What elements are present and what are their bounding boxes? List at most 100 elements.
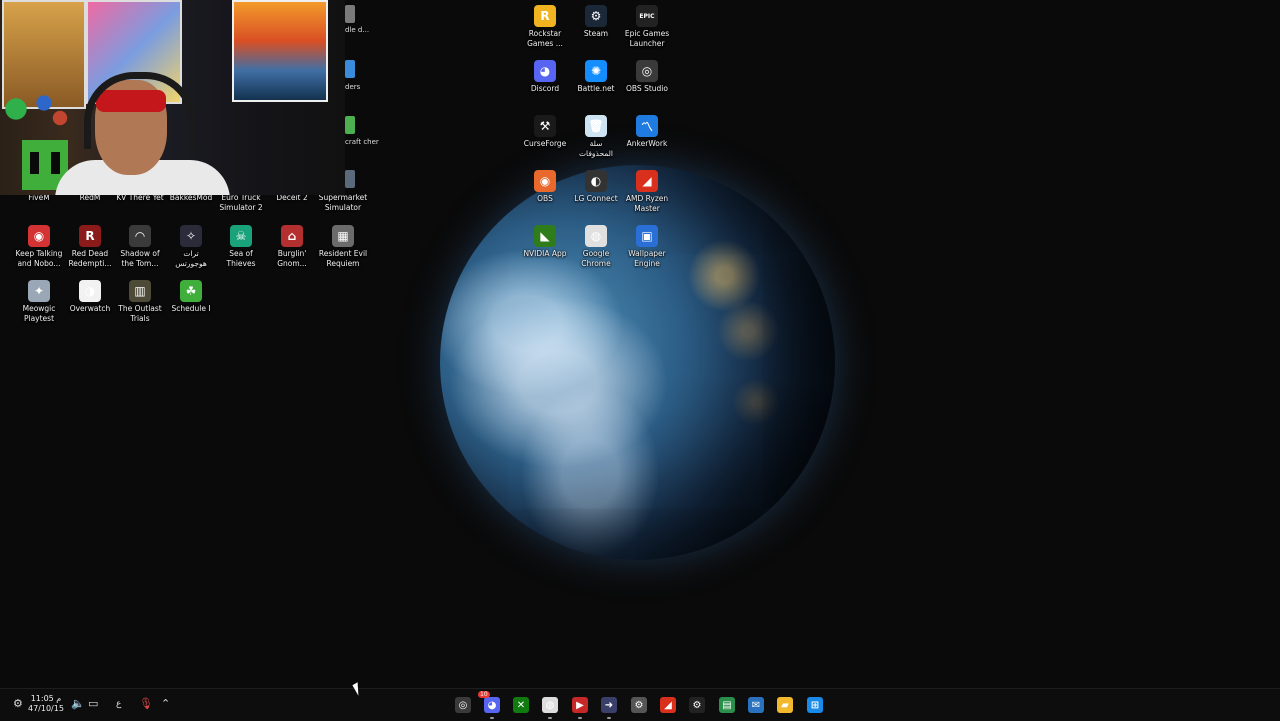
media-app-taskbar-button[interactable]: ▶ xyxy=(570,695,590,719)
shortcut-label: Battle.net xyxy=(577,84,615,93)
taskbar: ⚙ 11:05 م 47/10/15 🔈 ▭ ع 🎙 ⌃ ◎ ◕ 10 ✕ ◍ ▶ ➜ ⚙ ◢ ⚙… xyxy=(0,688,1280,721)
steam-shortcut[interactable]: ⚙ Steam xyxy=(571,5,621,39)
running-indicator xyxy=(548,717,552,719)
amd-taskbar-icon: ◢ xyxy=(660,697,676,713)
epic-games-shortcut[interactable]: EPIC Epic Games Launcher xyxy=(622,5,672,48)
running-indicator xyxy=(490,717,494,719)
discord-shortcut[interactable]: ◕ Discord xyxy=(520,60,570,94)
shortcut-label: LG Connect xyxy=(574,194,618,203)
burglin-gnomes-shortcut[interactable]: ⌂ Burglin' Gnom... xyxy=(267,225,317,268)
partial-app-icon[interactable] xyxy=(345,60,355,78)
shortcut-label: Schedule I xyxy=(171,304,211,313)
partial-label: dle d... xyxy=(345,26,370,34)
outlast-trials-shortcut[interactable]: ▥ The Outlast Trials xyxy=(115,280,165,323)
curseforge-shortcut[interactable]: ⚒ CurseForge xyxy=(520,115,570,149)
partial-app-icon[interactable] xyxy=(345,170,355,188)
nvidia-shortcut[interactable]: ◣ NVIDIA App xyxy=(520,225,570,259)
recycle-bin-shortcut[interactable]: 🗑 سلة المحذوفات xyxy=(571,115,621,158)
file-explorer-icon: ▰ xyxy=(777,697,793,713)
ankerwork-shortcut[interactable]: 〽 AnkerWork xyxy=(622,115,672,149)
clock-time: 11:05 م xyxy=(30,694,62,703)
shortcut-label: OBS Studio xyxy=(626,84,668,93)
language-indicator[interactable]: ع xyxy=(116,699,121,709)
start-taskbar-button[interactable]: ⊞ xyxy=(805,695,825,715)
volume-icon[interactable]: 🔈 xyxy=(71,697,85,710)
shadow-tomb-raider-shortcut[interactable]: ◠ Shadow of the Tom... xyxy=(115,225,165,268)
shortcut-label: Resident Evil Requiem xyxy=(318,249,368,268)
clock[interactable]: 11:05 م 47/10/15 xyxy=(28,694,64,714)
ankerwork-icon: 〽 xyxy=(636,115,658,137)
file-explorer-taskbar-button[interactable]: ▰ xyxy=(775,695,795,715)
obs-orange-shortcut[interactable]: ◉ OBS xyxy=(520,170,570,204)
sea-of-thieves-shortcut[interactable]: ☠ Sea of Thieves xyxy=(216,225,266,268)
settings-taskbar-icon: ⚙ xyxy=(631,697,647,713)
meowgic-shortcut[interactable]: ✦ Meowgic Playtest xyxy=(14,280,64,323)
steam-icon: ⚙ xyxy=(585,5,607,27)
shortcut-label: سلة المحذوفات xyxy=(578,139,614,158)
desktop: R Rockstar Games ... ⚙ Steam EPIC Epic Games … xyxy=(0,0,1280,688)
shortcut-label: CurseForge xyxy=(523,139,567,148)
overwatch-shortcut[interactable]: ◑ Overwatch xyxy=(65,280,115,314)
obs-icon: ◎ xyxy=(636,60,658,82)
shortcut-label: Steam xyxy=(583,29,609,38)
battlenet-shortcut[interactable]: ✺ Battle.net xyxy=(571,60,621,94)
schedule-one-icon: ☘ xyxy=(180,280,202,302)
amd-taskbar-taskbar-button[interactable]: ◢ xyxy=(658,695,678,715)
chrome-taskbar-taskbar-button[interactable]: ◍ xyxy=(540,695,560,719)
sea-of-thieves-icon: ☠ xyxy=(230,225,252,247)
nvidia-icon: ◣ xyxy=(534,225,556,247)
curseforge-icon: ⚒ xyxy=(534,115,556,137)
resident-evil-shortcut[interactable]: ▦ Resident Evil Requiem xyxy=(318,225,368,268)
settings-taskbar-taskbar-button[interactable]: ⚙ xyxy=(629,695,649,715)
obs-shortcut[interactable]: ◎ OBS Studio xyxy=(622,60,672,94)
chrome-shortcut[interactable]: ◍ Google Chrome xyxy=(571,225,621,268)
xbox-taskbar-button[interactable]: ✕ xyxy=(511,695,531,715)
mic-icon[interactable]: 🎙 xyxy=(139,697,153,710)
lg-connect-shortcut[interactable]: ◐ LG Connect xyxy=(571,170,621,204)
mail-taskbar-button[interactable]: ✉ xyxy=(746,695,766,715)
keep-talking-icon: ◉ xyxy=(28,225,50,247)
shortcut-label: ترات هوجورتس xyxy=(175,249,207,268)
keep-talking-shortcut[interactable]: ◉ Keep Talking and Nobo... xyxy=(14,225,64,268)
shortcut-label[interactable]: Euro Truck Simulator 2 xyxy=(213,193,269,212)
shortcut-label: Google Chrome xyxy=(581,249,611,268)
mail-icon: ✉ xyxy=(748,697,764,713)
running-indicator xyxy=(578,717,582,719)
obs-taskbar-taskbar-button[interactable]: ◎ xyxy=(453,695,473,715)
steam-taskbar-taskbar-button[interactable]: ⚙ xyxy=(687,695,707,715)
shortcut-label: Sea of Thieves xyxy=(226,249,256,268)
schedule-one-shortcut[interactable]: ☘ Schedule I xyxy=(166,280,216,314)
notification-badge: 10 xyxy=(478,691,490,698)
discord-taskbar-taskbar-button[interactable]: ◕ 10 xyxy=(478,691,502,719)
shadow-tomb-raider-icon: ◠ xyxy=(129,225,151,247)
lg-connect-icon: ◐ xyxy=(585,170,607,192)
wallpaper-engine-shortcut[interactable]: ▣ Wallpaper Engine xyxy=(622,225,672,268)
chevron-up-icon[interactable]: ⌃ xyxy=(161,697,170,710)
shortcut-label: OBS xyxy=(537,194,553,203)
rockstar-shortcut[interactable]: R Rockstar Games ... xyxy=(520,5,570,48)
partial-app-icon[interactable] xyxy=(345,116,355,134)
chrome-icon: ◍ xyxy=(585,225,607,247)
shortcut-label: Meowgic Playtest xyxy=(22,304,56,323)
partial-app-icon[interactable] xyxy=(345,5,355,23)
display-icon[interactable]: ▭ xyxy=(88,697,98,710)
amd-ryzen-shortcut[interactable]: ◢ AMD Ryzen Master xyxy=(622,170,672,213)
discord-icon: ◕ xyxy=(534,60,556,82)
recycle-bin-icon: 🗑 xyxy=(585,115,607,137)
shortcut-label: The Outlast Trials xyxy=(118,304,162,323)
arrow-app-taskbar-button[interactable]: ➜ xyxy=(599,695,619,719)
xbox-icon: ✕ xyxy=(513,697,529,713)
settings-icon[interactable]: ⚙ xyxy=(13,697,23,710)
shortcut-label: Overwatch xyxy=(69,304,111,313)
hogwarts-shortcut[interactable]: ✧ ترات هوجورتس xyxy=(166,225,216,268)
store-taskbar-button[interactable]: ▤ xyxy=(717,695,737,715)
shortcut-label[interactable]: Supermarket Simulator xyxy=(315,193,371,212)
rockstar-icon: R xyxy=(534,5,556,27)
running-indicator xyxy=(607,717,611,719)
red-dead-shortcut[interactable]: R Red Dead Redempti... xyxy=(65,225,115,268)
partial-label: craft cher xyxy=(345,138,379,146)
epic-games-icon: EPIC xyxy=(636,5,658,27)
collectible-figures-image xyxy=(0,85,80,145)
shortcut-label: AMD Ryzen Master xyxy=(625,194,669,213)
obs-orange-icon: ◉ xyxy=(534,170,556,192)
